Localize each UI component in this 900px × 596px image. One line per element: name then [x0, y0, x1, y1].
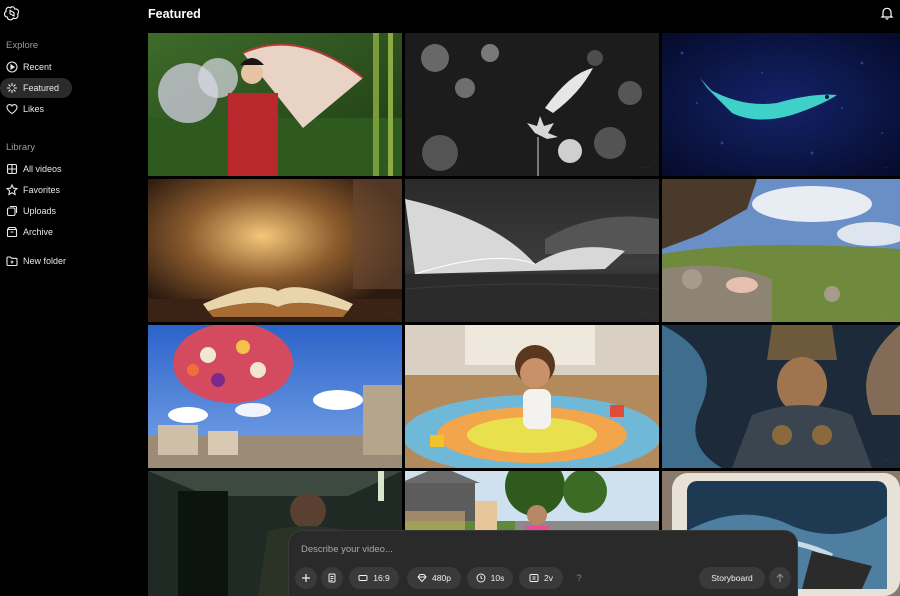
- plus-icon: [302, 574, 310, 582]
- video-thumbnail: [662, 179, 900, 322]
- video-thumbnail: [405, 33, 659, 176]
- watermark: · · ·: [385, 165, 394, 170]
- video-thumbnail: [405, 325, 659, 468]
- duration-label: 10s: [490, 573, 505, 583]
- video-grid: · · · · · · · · · · · · · · · · · · · · …: [148, 33, 900, 596]
- clock-icon: [476, 573, 486, 583]
- diamond-icon: [417, 574, 427, 583]
- new-folder-label: New folder: [23, 256, 67, 266]
- sidebar-item-favorites[interactable]: Favorites: [0, 180, 72, 200]
- variations-icon: [529, 574, 539, 582]
- play-circle-icon: [6, 61, 18, 73]
- document-icon: [328, 573, 336, 583]
- sidebar-item-uploads[interactable]: Uploads: [0, 201, 72, 221]
- resolution-button[interactable]: 480p: [407, 567, 461, 589]
- watermark: · · ·: [883, 585, 892, 590]
- watermark: · · ·: [385, 457, 394, 462]
- sidebar: Explore Recent Featured Likes Library Al…: [0, 0, 148, 596]
- duration-button[interactable]: 10s: [467, 567, 513, 589]
- sidebar-item-label: Favorites: [23, 185, 61, 195]
- sidebar-item-label: Uploads: [23, 206, 57, 216]
- aspect-ratio-label: 16:9: [373, 573, 390, 583]
- watermark: · · ·: [642, 311, 651, 316]
- watermark: · · ·: [883, 165, 892, 170]
- watermark: · · ·: [883, 457, 892, 462]
- help-icon[interactable]: ?: [572, 567, 586, 589]
- sidebar-item-label: Likes: [23, 104, 45, 114]
- folder-plus-icon: [6, 255, 18, 267]
- presets-button[interactable]: [321, 567, 343, 589]
- video-tile-warrior[interactable]: · · ·: [662, 325, 900, 468]
- add-media-button[interactable]: [295, 567, 317, 589]
- submit-button[interactable]: [769, 567, 791, 589]
- video-tile-book[interactable]: · · ·: [148, 179, 402, 322]
- grid-icon: [6, 163, 18, 175]
- sidebar-item-label: All videos: [23, 164, 62, 174]
- new-folder-button[interactable]: New folder: [0, 251, 80, 271]
- video-tile-pig[interactable]: · · ·: [662, 179, 900, 322]
- library-section-label: Library: [6, 142, 36, 153]
- video-tile-fish[interactable]: · · ·: [662, 33, 900, 176]
- watermark: · · ·: [642, 457, 651, 462]
- arrow-up-icon: [776, 573, 784, 582]
- storyboard-button[interactable]: Storyboard: [699, 567, 765, 589]
- page-title: Featured: [148, 7, 201, 21]
- app-logo-icon[interactable]: [4, 5, 20, 21]
- upload-icon: [6, 205, 18, 217]
- watermark: · · ·: [642, 165, 651, 170]
- video-thumbnail: [148, 33, 402, 176]
- video-thumbnail: [148, 179, 402, 322]
- video-thumbnail: [662, 33, 900, 176]
- resolution-label: 480p: [432, 573, 451, 583]
- star-icon: [6, 184, 18, 196]
- video-thumbnail: [405, 179, 659, 322]
- variations-button[interactable]: 2v: [519, 567, 563, 589]
- explore-section-label: Explore: [6, 40, 39, 51]
- sidebar-item-label: Recent: [23, 62, 52, 72]
- video-thumbnail: [662, 325, 900, 468]
- sparkle-icon: [6, 82, 18, 94]
- variations-label: 2v: [544, 573, 553, 583]
- aspect-ratio-button[interactable]: 16:9: [349, 567, 399, 589]
- video-tile-toddler[interactable]: · · ·: [405, 325, 659, 468]
- archive-icon: [6, 226, 18, 238]
- storyboard-label: Storyboard: [711, 573, 753, 583]
- heart-icon: [6, 103, 18, 115]
- prompt-composer: 16:9 480p 10s 2v ? Storyboard: [288, 530, 798, 596]
- sidebar-item-all-videos[interactable]: All videos: [0, 159, 72, 179]
- sidebar-item-label: Archive: [23, 227, 54, 237]
- watermark: · · ·: [385, 311, 394, 316]
- notification-bell-icon[interactable]: [880, 6, 894, 20]
- video-tile-kimono[interactable]: · · ·: [148, 33, 402, 176]
- sidebar-item-featured[interactable]: Featured: [0, 78, 72, 98]
- prompt-input[interactable]: [301, 541, 781, 557]
- video-tile-architecture[interactable]: · · ·: [405, 179, 659, 322]
- watermark: · · ·: [883, 311, 892, 316]
- sidebar-item-recent[interactable]: Recent: [0, 57, 72, 77]
- video-thumbnail: [148, 325, 402, 468]
- video-tile-butterfly[interactable]: · · ·: [405, 33, 659, 176]
- sidebar-item-archive[interactable]: Archive: [0, 222, 72, 242]
- sidebar-item-likes[interactable]: Likes: [0, 99, 72, 119]
- video-tile-bouquet[interactable]: · · ·: [148, 325, 402, 468]
- aspect-ratio-icon: [358, 575, 368, 581]
- sidebar-item-label: Featured: [23, 83, 60, 93]
